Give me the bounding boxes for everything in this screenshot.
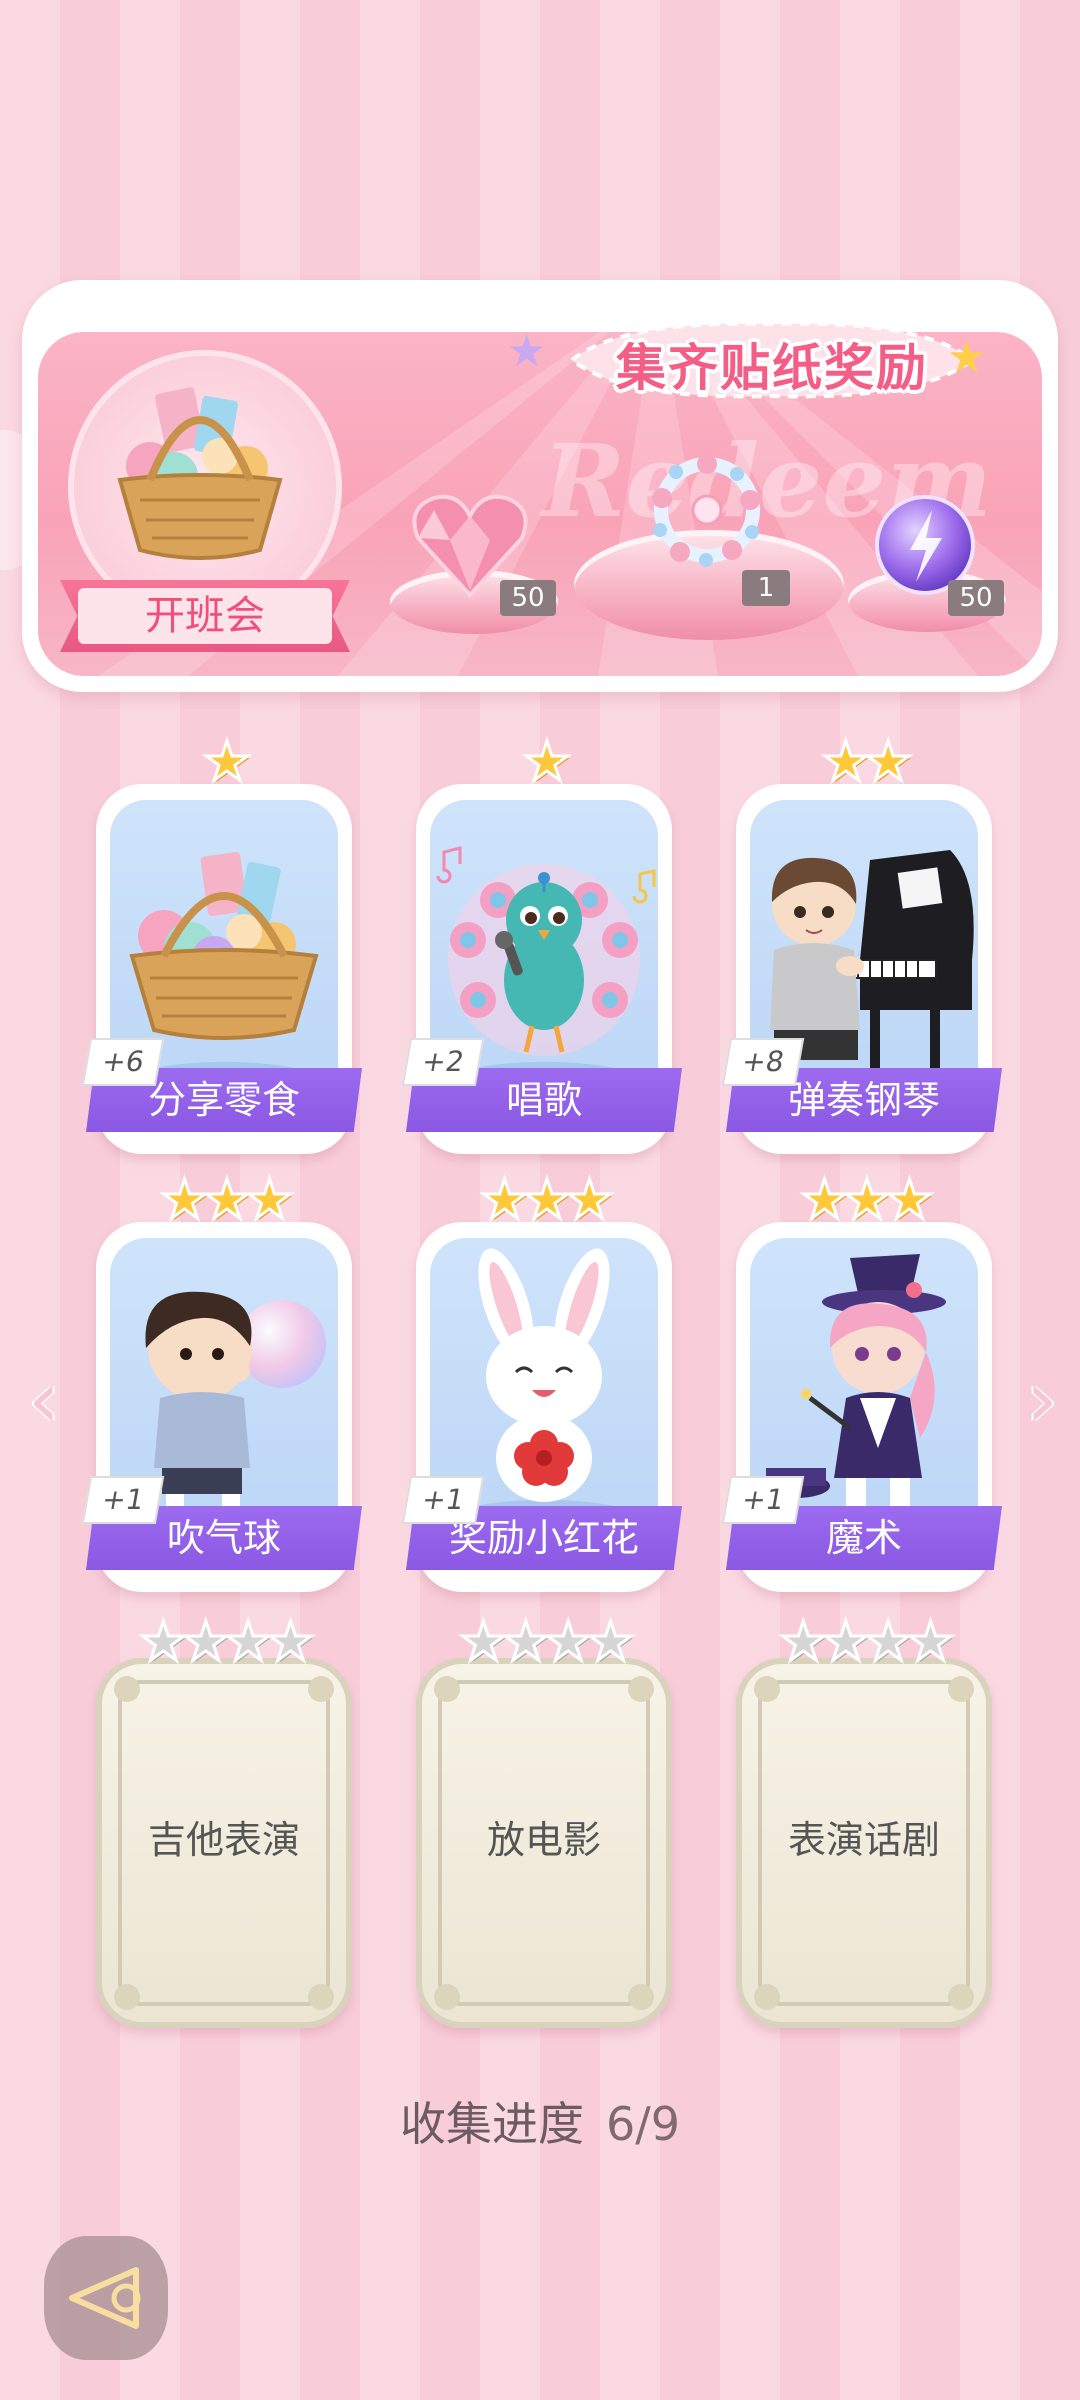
back-arrow-icon — [69, 2267, 141, 2329]
next-page-arrow[interactable]: › — [1012, 1360, 1072, 1440]
flower-bracelet-icon[interactable] — [632, 440, 782, 580]
corner-ornament — [628, 1676, 654, 1702]
snack-basket-icon — [129, 852, 319, 1040]
sticker-bonus: +1 — [721, 1476, 805, 1524]
gold-star-icon: ★ — [479, 1168, 531, 1231]
gold-star-icon: ★ — [564, 1168, 616, 1231]
grey-star-icon: ★ — [905, 1610, 957, 1673]
grey-star-icon: ★ — [778, 1610, 830, 1673]
sticker-card[interactable]: ★★★ 吹气球 +1 — [81, 1168, 362, 1592]
grey-star-icon: ★ — [820, 1610, 872, 1673]
star-rating: ★★★★ — [736, 1610, 992, 1673]
yellow-star-icon: ★ — [947, 332, 987, 383]
sticker-bonus: +1 — [81, 1476, 165, 1524]
sticker-bonus: +8 — [721, 1038, 805, 1086]
star-rating: ★★★★ — [96, 1610, 352, 1673]
gold-star-icon: ★ — [201, 1168, 253, 1231]
sticker-name: 放电影 — [486, 1818, 601, 1862]
corner-ornament — [948, 1676, 974, 1702]
sticker-card[interactable]: ★★★ 奖励小红花 +1 — [401, 1168, 682, 1592]
locked-sticker-card[interactable]: ★★★★ 放电影 — [416, 1610, 672, 2028]
gold-star-icon: ★ — [201, 730, 253, 793]
locked-sticker-card[interactable]: ★★★★ 表演话剧 — [736, 1610, 992, 2028]
corner-ornament — [628, 1984, 654, 2010]
grey-star-icon: ★ — [222, 1610, 274, 1673]
corner-ornament — [308, 1676, 334, 1702]
star-rating: ★ — [96, 730, 352, 793]
sticker-card[interactable]: ★ 分享零食 +6 — [81, 730, 362, 1154]
music-note-icon — [436, 846, 462, 884]
grey-star-icon: ★ — [265, 1610, 317, 1673]
corner-ornament — [434, 1676, 460, 1702]
gold-star-icon: ★ — [799, 1168, 851, 1231]
star-rating: ★★★★ — [416, 1610, 672, 1673]
reward-title: 集齐贴纸奖励 — [616, 339, 928, 397]
gold-star-icon: ★ — [244, 1168, 296, 1231]
gold-star-icon: ★ — [841, 1168, 893, 1231]
reward-count: 50 — [500, 580, 556, 616]
gold-star-icon: ★ — [521, 1168, 573, 1231]
grey-star-icon: ★ — [180, 1610, 232, 1673]
event-badge[interactable]: 开班会 — [40, 330, 360, 652]
star-rating: ★★★ — [736, 1168, 992, 1231]
progress-value: 6/9 — [605, 2097, 681, 2151]
snack-basket-icon — [117, 387, 283, 560]
bunny-flower-icon — [478, 1248, 610, 1502]
corner-ornament — [754, 1676, 780, 1702]
star-rating: ★★★ — [96, 1168, 352, 1231]
music-note-icon — [632, 869, 656, 904]
back-button[interactable] — [44, 2236, 168, 2360]
star-rating: ★ — [416, 730, 672, 793]
corner-ornament — [308, 1984, 334, 2010]
gold-star-icon: ★ — [159, 1168, 211, 1231]
corner-ornament — [114, 1984, 140, 2010]
reward-count: 50 — [948, 580, 1004, 616]
star-rating: ★★ — [736, 730, 992, 793]
event-label: 开班会 — [145, 593, 265, 639]
prev-page-arrow[interactable]: ‹ — [14, 1360, 74, 1440]
sticker-bonus: +2 — [401, 1038, 485, 1086]
corner-ornament — [114, 1676, 140, 1702]
grey-star-icon: ★ — [862, 1610, 914, 1673]
sticker-bonus: +6 — [81, 1038, 165, 1086]
grey-star-icon: ★ — [500, 1610, 552, 1673]
sticker-card[interactable]: ★★★ 魔术 +1 — [721, 1168, 1002, 1592]
gold-star-icon: ★ — [820, 730, 872, 793]
sticker-card[interactable]: ★★ 弹奏钢琴 +8 — [721, 730, 1002, 1154]
star-rating: ★★★ — [416, 1168, 672, 1231]
gold-star-icon: ★ — [521, 730, 573, 793]
grey-star-icon: ★ — [585, 1610, 637, 1673]
corner-ornament — [434, 1984, 460, 2010]
gold-star-icon: ★ — [862, 730, 914, 793]
collection-progress: 收集进度 6/9 — [0, 2088, 1080, 2154]
reward-count: 1 — [742, 570, 790, 606]
progress-label: 收集进度 — [399, 2097, 584, 2151]
purple-star-icon: ★ — [507, 326, 547, 377]
sticker-name: 吉他表演 — [147, 1818, 300, 1862]
sticker-name: 表演话剧 — [787, 1818, 940, 1862]
corner-ornament — [948, 1984, 974, 2010]
sticker-bonus: +1 — [401, 1476, 485, 1524]
gold-star-icon: ★ — [884, 1168, 936, 1231]
grey-star-icon: ★ — [542, 1610, 594, 1673]
grey-star-icon: ★ — [458, 1610, 510, 1673]
corner-ornament — [754, 1984, 780, 2010]
sticker-card[interactable]: ★ 唱歌 +2 — [401, 730, 682, 1154]
singing-peacock-icon — [448, 864, 640, 1056]
grey-star-icon: ★ — [138, 1610, 190, 1673]
locked-sticker-card[interactable]: ★★★★ 吉他表演 — [96, 1610, 352, 2028]
